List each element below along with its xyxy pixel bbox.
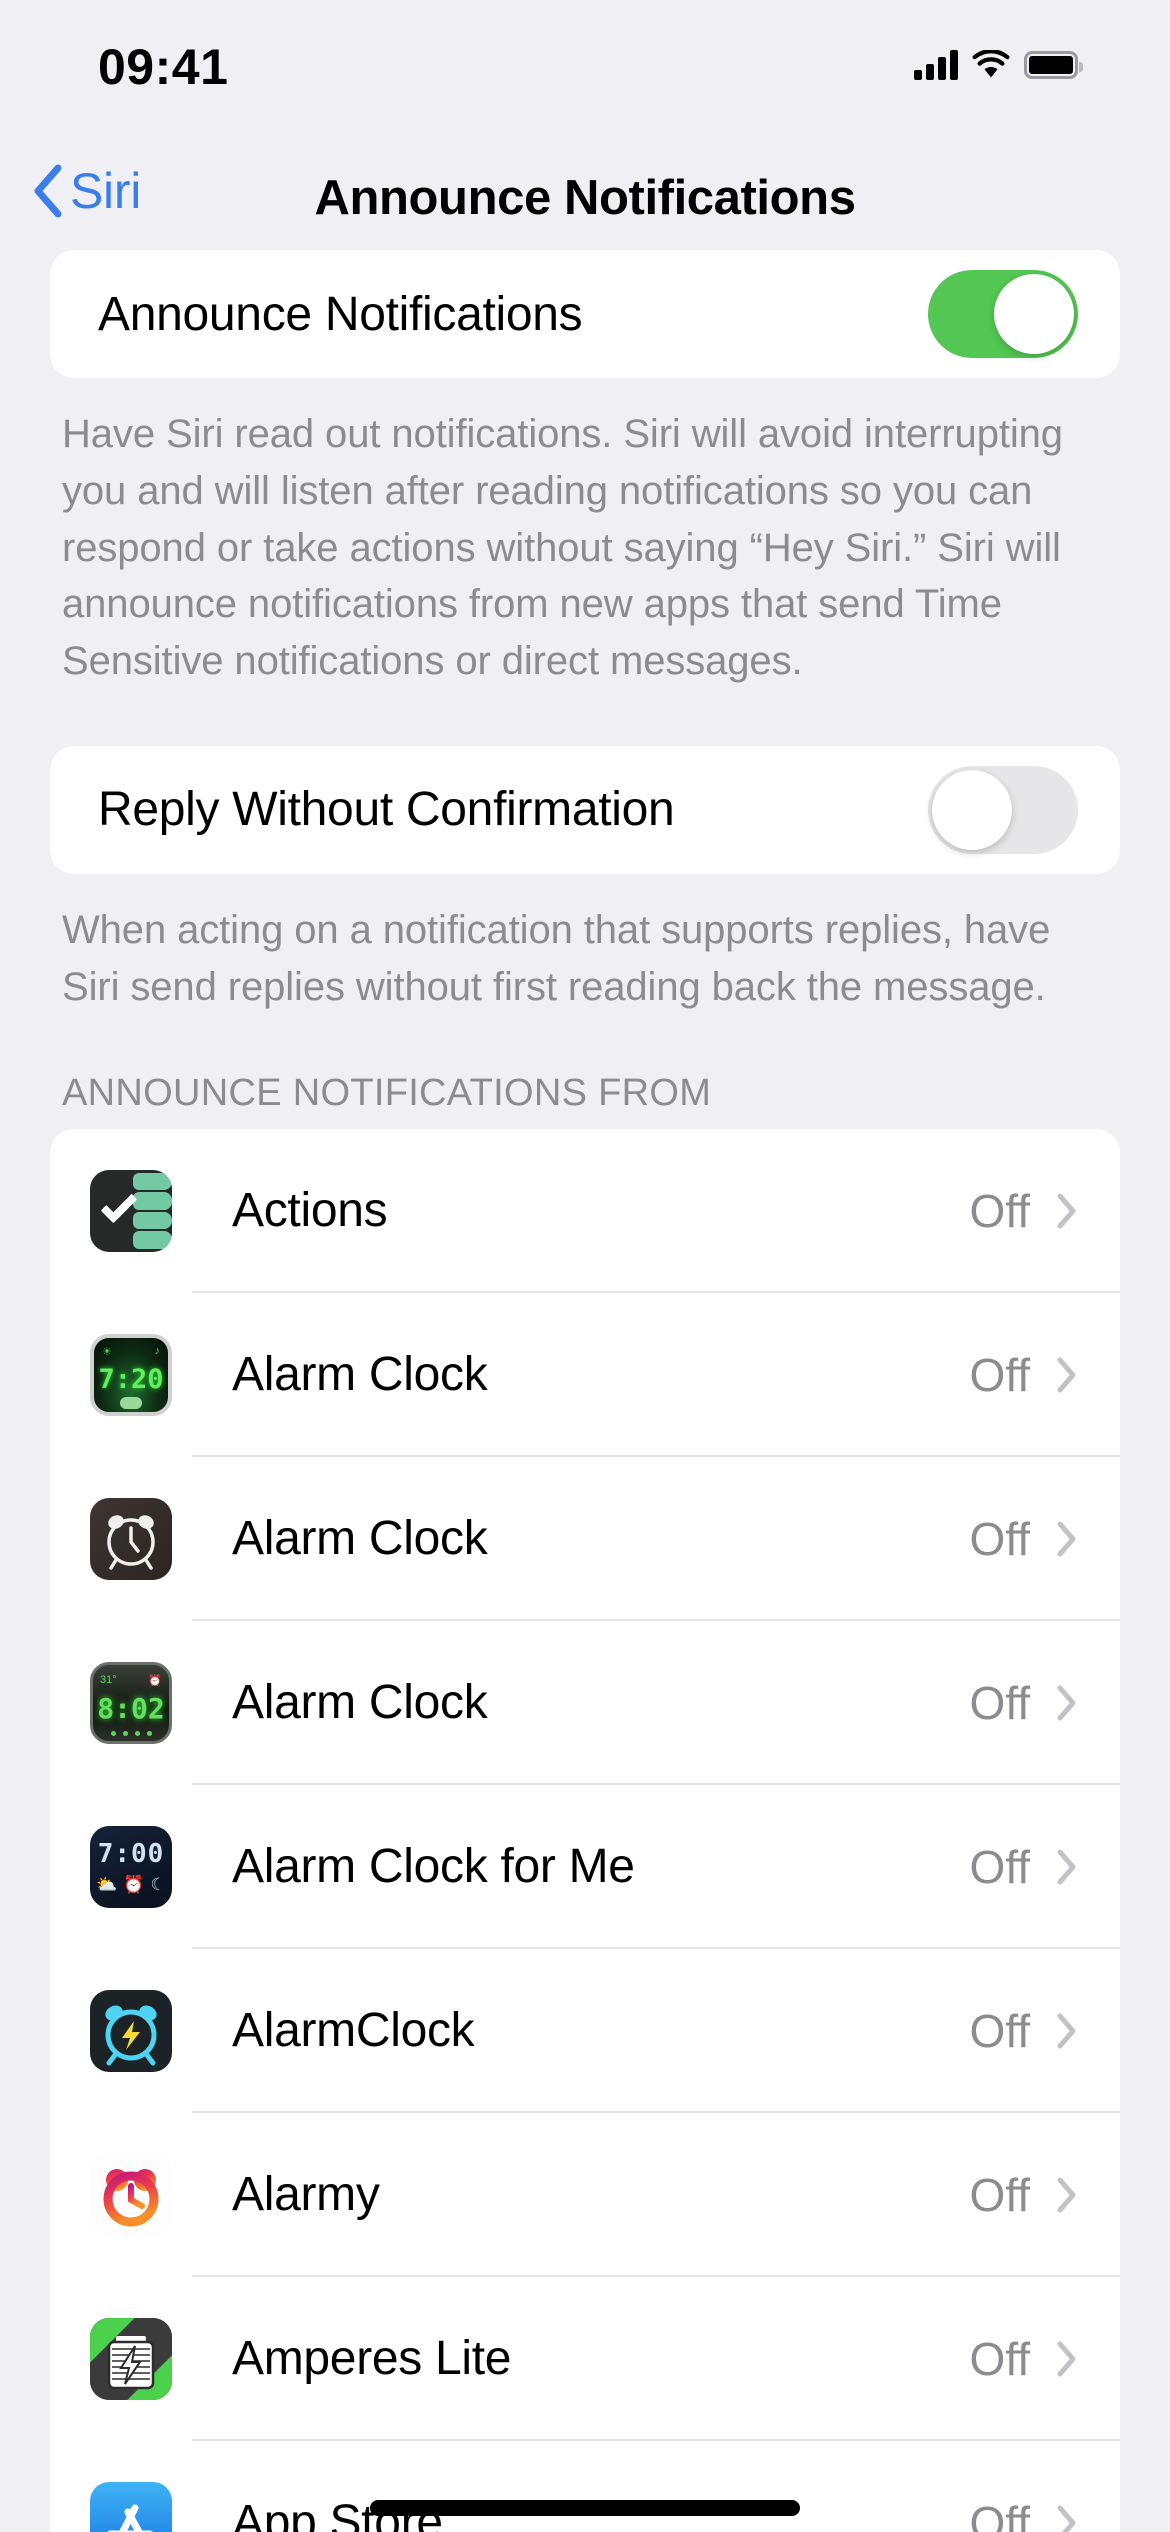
app-list: Actions Off ☀ ♪ 7:20 Alarm Clock Off Ala… — [50, 1128, 1120, 2532]
list-item[interactable]: App Store Off — [50, 2441, 1120, 2532]
announce-notifications-label: Announce Notifications — [98, 287, 583, 341]
page-title: Announce Notifications — [314, 171, 856, 225]
alarm-clock-led2-app-icon: 31° ⏰ 8:02 — [90, 1661, 172, 1744]
list-item[interactable]: 31° ⏰ 8:02 Alarm Clock Off — [50, 1621, 1120, 1785]
list-item[interactable]: Alarmy Off — [50, 2113, 1120, 2277]
app-name: Alarm Clock — [232, 1512, 488, 1566]
app-store-icon — [90, 2481, 172, 2532]
list-item[interactable]: 7:00 ⛅ ⏰ ☾ Alarm Clock for Me Off — [50, 1785, 1120, 1949]
wifi-icon — [972, 50, 1010, 78]
chevron-right-icon — [1057, 2177, 1076, 2213]
announce-notifications-card: Announce Notifications — [50, 250, 1120, 378]
list-item[interactable]: Amperes Lite Off — [50, 2277, 1120, 2441]
chevron-right-icon — [1057, 2013, 1076, 2049]
reply-without-confirmation-card: Reply Without Confirmation — [50, 745, 1120, 874]
iphone-screen: 09:41 Siri Announce Notifications Announ… — [0, 0, 1170, 2532]
chevron-right-icon — [1057, 2505, 1076, 2532]
home-indicator — [370, 2500, 800, 2516]
announce-notifications-from-header: ANNOUNCE NOTIFICATIONS FROM — [62, 1071, 712, 1114]
app-state: Off — [969, 1512, 1030, 1565]
chevron-right-icon — [1057, 1521, 1076, 1557]
app-icon-display: 7:00 — [97, 1838, 165, 1869]
list-item[interactable]: ☀ ♪ 7:20 Alarm Clock Off — [50, 1293, 1120, 1457]
alarmy-app-icon — [90, 2153, 172, 2236]
app-state: Off — [969, 1348, 1030, 1401]
battery-icon — [1024, 51, 1083, 79]
app-icon-display: 7:20 — [98, 1363, 164, 1395]
actions-app-icon — [90, 1169, 172, 1252]
settings-content: Announce Notifications Have Siri read ou… — [0, 250, 1170, 2532]
app-name: Alarm Clock — [232, 1348, 488, 1402]
chevron-right-icon — [1057, 1193, 1076, 1229]
app-icon-temp: 31° — [100, 1674, 117, 1687]
reply-without-confirmation-footnote: When acting on a notification that suppo… — [62, 907, 1051, 1009]
alarmclock-bolt-app-icon — [90, 1989, 172, 2072]
signal-bars-icon — [914, 50, 958, 80]
status-bar: 09:41 — [0, 0, 1170, 140]
announce-notifications-toggle[interactable] — [928, 270, 1078, 358]
app-state: Off — [969, 2332, 1030, 2385]
chevron-right-icon — [1057, 1357, 1076, 1393]
status-bar-time: 09:41 — [98, 39, 229, 95]
status-bar-indicators — [914, 46, 1083, 84]
chevron-right-icon — [1057, 2341, 1076, 2377]
list-item[interactable]: Alarm Clock Off — [50, 1457, 1120, 1621]
app-name: Actions — [232, 1184, 388, 1238]
list-item[interactable]: Actions Off — [50, 1129, 1120, 1293]
chevron-right-icon — [1057, 1849, 1076, 1885]
app-state: Off — [969, 1184, 1030, 1237]
app-state: Off — [969, 1840, 1030, 1893]
announce-notifications-row[interactable]: Announce Notifications — [50, 250, 1120, 378]
alarm-clock-for-me-app-icon: 7:00 ⛅ ⏰ ☾ — [90, 1825, 172, 1908]
app-name: Amperes Lite — [232, 2332, 512, 2386]
app-name: AlarmClock — [232, 2004, 475, 2058]
app-icon-display: 8:02 — [97, 1691, 165, 1725]
app-state: Off — [969, 2004, 1030, 2057]
reply-without-confirmation-row[interactable]: Reply Without Confirmation — [50, 746, 1120, 874]
app-state: Off — [969, 2496, 1030, 2532]
reply-without-confirmation-label: Reply Without Confirmation — [98, 783, 675, 837]
reply-without-confirmation-toggle[interactable] — [928, 765, 1078, 854]
navigation-bar: Siri Announce Notifications — [0, 140, 1170, 250]
app-state: Off — [969, 2168, 1030, 2221]
app-name: Alarmy — [232, 2168, 380, 2222]
app-state: Off — [969, 1676, 1030, 1729]
alarm-clock-dark-app-icon — [90, 1497, 172, 1580]
app-name: Alarm Clock — [232, 1676, 488, 1730]
amperes-lite-app-icon — [90, 2317, 172, 2400]
list-item[interactable]: AlarmClock Off — [50, 1949, 1120, 2113]
app-name: Alarm Clock for Me — [232, 1840, 635, 1894]
announce-notifications-footnote: Have Siri read out notifications. Siri w… — [62, 412, 1063, 684]
alarm-clock-led-app-icon: ☀ ♪ 7:20 — [90, 1333, 172, 1416]
chevron-right-icon — [1057, 1685, 1076, 1721]
